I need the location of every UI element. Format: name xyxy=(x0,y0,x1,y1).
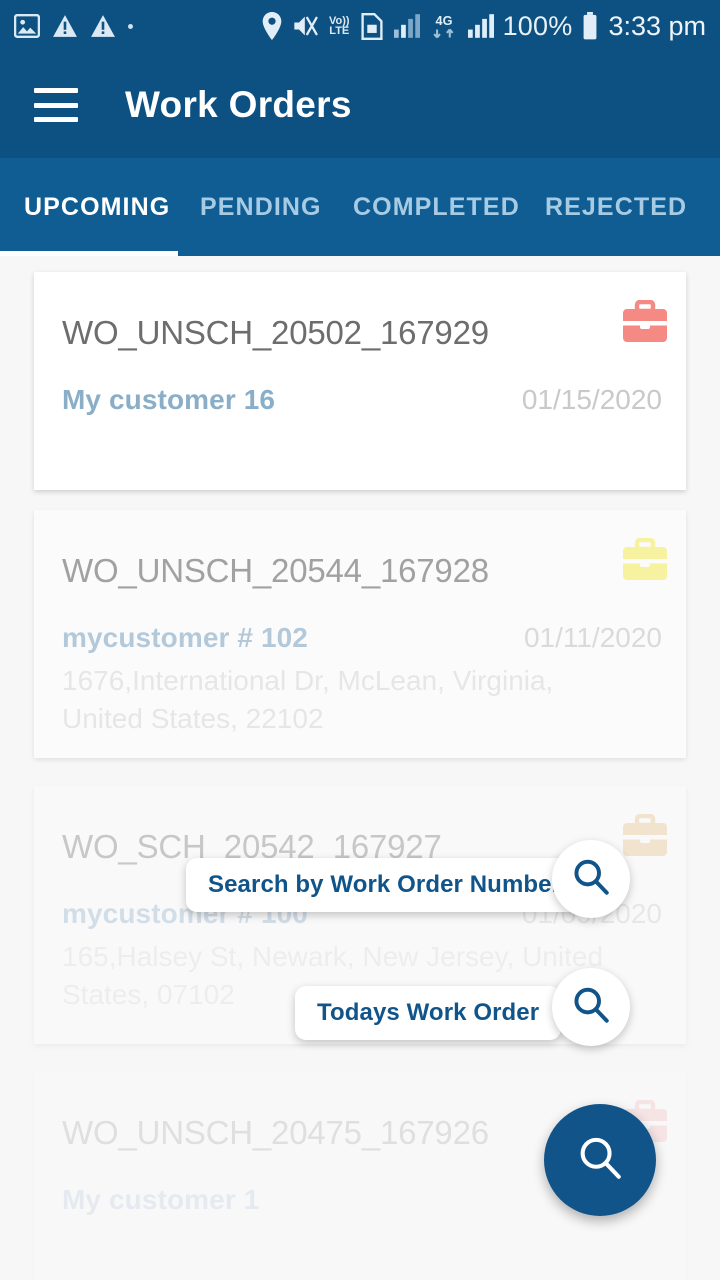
customer-name: My customer 16 xyxy=(62,384,276,415)
search-fab-button[interactable] xyxy=(544,1104,656,1216)
status-bar: Vo)) LTE 4G 100% 3:33 pm xyxy=(0,0,720,52)
svg-text:4G: 4G xyxy=(435,14,452,28)
work-order-number: WO_UNSCH_20502_167929 xyxy=(62,314,489,351)
search-icon xyxy=(575,1133,625,1188)
customer-name: mycustomer # 102 xyxy=(62,622,308,653)
hamburger-bar-2 xyxy=(34,102,78,108)
photo-icon xyxy=(14,14,40,38)
speed-dial-action-todays-work-order[interactable] xyxy=(552,968,630,1046)
status-bar-left-icons xyxy=(14,14,133,38)
small-dot-indicator xyxy=(128,23,133,29)
clock-label: 3:33 pm xyxy=(608,10,706,41)
tab-upcoming[interactable]: UPCOMING xyxy=(24,193,170,222)
tab-rejected[interactable]: REJECTED xyxy=(545,193,687,222)
briefcase-icon xyxy=(620,813,670,858)
sound-vibrate-off-icon xyxy=(292,13,320,39)
search-icon xyxy=(570,984,612,1031)
work-order-address: 1676,International Dr, McLean, Virginia,… xyxy=(62,665,554,734)
battery-percent-label: 100% xyxy=(502,10,573,41)
tab-pending[interactable]: PENDING xyxy=(200,193,322,222)
work-orders-screen: Vo)) LTE 4G 100% 3:33 pm Work Orders UPC… xyxy=(0,0,720,1280)
location-pin-icon xyxy=(261,12,283,40)
page-title: Work Orders xyxy=(125,84,352,125)
work-order-card[interactable]: WO_UNSCH_20502_167929 My customer 16 01/… xyxy=(34,272,686,490)
hamburger-bar-3 xyxy=(34,117,78,122)
tab-bar: UPCOMING PENDING COMPLETED REJECTED xyxy=(0,158,720,256)
network-4g-icon: 4G xyxy=(429,12,459,40)
work-order-number: WO_UNSCH_20544_167928 xyxy=(62,552,489,589)
battery-icon xyxy=(581,12,599,40)
speed-dial-action-search-by-number[interactable] xyxy=(552,840,630,918)
warning-triangle-icon xyxy=(52,14,78,38)
work-order-card[interactable]: WO_UNSCH_20544_167928 mycustomer # 102 0… xyxy=(34,510,686,758)
warning-triangle-icon-2 xyxy=(90,14,116,38)
hamburger-menu-icon[interactable] xyxy=(34,88,78,122)
work-order-number: WO_UNSCH_20475_167926 xyxy=(62,1114,489,1151)
briefcase-icon xyxy=(620,299,670,344)
volte-icon: Vo)) LTE xyxy=(329,15,350,37)
search-icon xyxy=(570,856,612,903)
tab-completed[interactable]: COMPLETED xyxy=(353,193,520,222)
customer-name: My customer 1 xyxy=(62,1184,260,1215)
signal-bars-icon-1 xyxy=(393,14,420,38)
hamburger-bar-1 xyxy=(34,88,78,93)
status-bar-right-icons: Vo)) LTE 4G 100% 3:33 pm xyxy=(261,11,706,42)
briefcase-icon xyxy=(620,537,670,582)
signal-bars-icon-2 xyxy=(467,14,494,38)
speed-dial-label-todays-work-order[interactable]: Todays Work Order xyxy=(295,986,562,1040)
sim-card-icon xyxy=(359,12,385,40)
speed-dial-label-search-by-number[interactable]: Search by Work Order Number xyxy=(186,858,584,912)
work-order-date: 01/15/2020 xyxy=(521,384,662,415)
app-bar: Work Orders xyxy=(0,52,720,158)
work-order-date: 01/11/2020 xyxy=(523,622,662,653)
